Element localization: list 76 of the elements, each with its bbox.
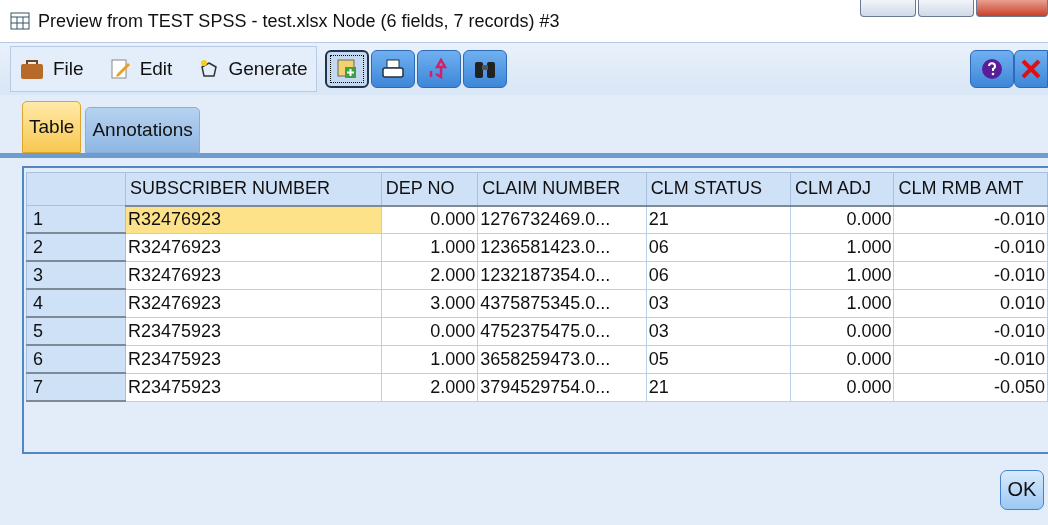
table-cell: 1236581423.0...: [477, 233, 647, 261]
close-button[interactable]: [976, 0, 1048, 17]
table-cell: 0.000: [790, 373, 894, 401]
table-cell: 3658259473.0...: [477, 345, 647, 373]
table-cell: 1.000: [381, 345, 478, 373]
table-window-icon: [10, 11, 30, 31]
table-cell: -0.010: [893, 205, 1048, 233]
table-cell: 21: [646, 205, 791, 233]
table-plus-icon: [335, 58, 358, 80]
table-cell: 21: [646, 373, 791, 401]
column-header[interactable]: CLM STATUS: [646, 172, 791, 206]
menu-item[interactable]: Edit: [109, 58, 173, 80]
table-cell: -0.010: [893, 233, 1048, 261]
tab[interactable]: Annotations: [85, 107, 200, 153]
column-header[interactable]: CLM ADJ: [790, 172, 894, 206]
row-number[interactable]: 4: [26, 289, 126, 317]
table-cell: R32476923: [125, 289, 382, 317]
table-cell: 1232187354.0...: [477, 261, 647, 289]
help-icon: [981, 58, 1003, 80]
table-cell: -0.010: [893, 317, 1048, 345]
row-number[interactable]: 3: [26, 261, 126, 289]
document-pencil-icon: [109, 58, 132, 80]
table-cell: 0.000: [381, 317, 478, 345]
minimize-button[interactable]: [860, 0, 916, 17]
table-cell: 05: [646, 345, 791, 373]
ok-button[interactable]: OK: [1000, 469, 1044, 510]
toolbar-button[interactable]: [324, 50, 369, 88]
table-cell: 06: [646, 233, 791, 261]
table-cell: 4752375475.0...: [477, 317, 647, 345]
window-title: Preview from TEST SPSS - test.xlsx Node (6 fields, 7 records) #3: [38, 10, 560, 32]
table-cell: 3.000: [381, 289, 478, 317]
help-button[interactable]: [970, 50, 1014, 88]
table-cell: 06: [646, 261, 791, 289]
column-header[interactable]: CLM RMB AMT: [893, 172, 1048, 206]
row-number[interactable]: 1: [26, 205, 126, 233]
table-cell: 0.000: [790, 205, 894, 233]
table-cell: 0.000: [790, 345, 894, 373]
table-cell: 1.000: [790, 289, 894, 317]
column-header[interactable]: SUBSCRIBER NUMBER: [125, 172, 382, 206]
table-cell: -0.010: [893, 261, 1048, 289]
table-cell: 0.000: [381, 205, 478, 233]
row-number[interactable]: 2: [26, 233, 126, 261]
column-header[interactable]: CLAIM NUMBER: [477, 172, 647, 206]
table-cell: R23475923: [125, 373, 382, 401]
table-cell: 2.000: [381, 373, 478, 401]
printer-icon: [380, 58, 405, 80]
table-cell: 03: [646, 289, 791, 317]
table-cell: R23475923: [125, 345, 382, 373]
table-cell: 03: [646, 317, 791, 345]
table-cell: R23475923: [125, 317, 382, 345]
column-header[interactable]: DEP NO: [381, 172, 478, 206]
maximize-button[interactable]: [918, 0, 974, 17]
table-cell: 0.010: [893, 289, 1048, 317]
table-cell: -0.010: [893, 345, 1048, 373]
table-cell: R32476923: [125, 205, 382, 233]
table-cell: 1.000: [790, 261, 894, 289]
row-number[interactable]: 7: [26, 373, 126, 401]
table-cell: R32476923: [125, 261, 382, 289]
table-cell: 3794529754.0...: [477, 373, 647, 401]
table-cell: R32476923: [125, 233, 382, 261]
row-number[interactable]: 6: [26, 345, 126, 373]
table-cell: 2.000: [381, 261, 478, 289]
row-number[interactable]: 5: [26, 317, 126, 345]
table-cell: 1.000: [790, 233, 894, 261]
menu-item[interactable]: File: [19, 58, 84, 80]
table-cell: 1276732469.0...: [477, 205, 647, 233]
toolbar-button[interactable]: [370, 50, 415, 88]
table-cell: 1.000: [381, 233, 478, 261]
table-cell: 0.000: [790, 317, 894, 345]
menu-item[interactable]: Generate: [198, 58, 308, 80]
table-cell: 4375875345.0...: [477, 289, 647, 317]
close-icon: [1020, 58, 1042, 80]
toolbar-button[interactable]: [462, 50, 507, 88]
table-cell: -0.050: [893, 373, 1048, 401]
tab[interactable]: Table: [22, 101, 82, 153]
bag-icon: [19, 58, 45, 80]
